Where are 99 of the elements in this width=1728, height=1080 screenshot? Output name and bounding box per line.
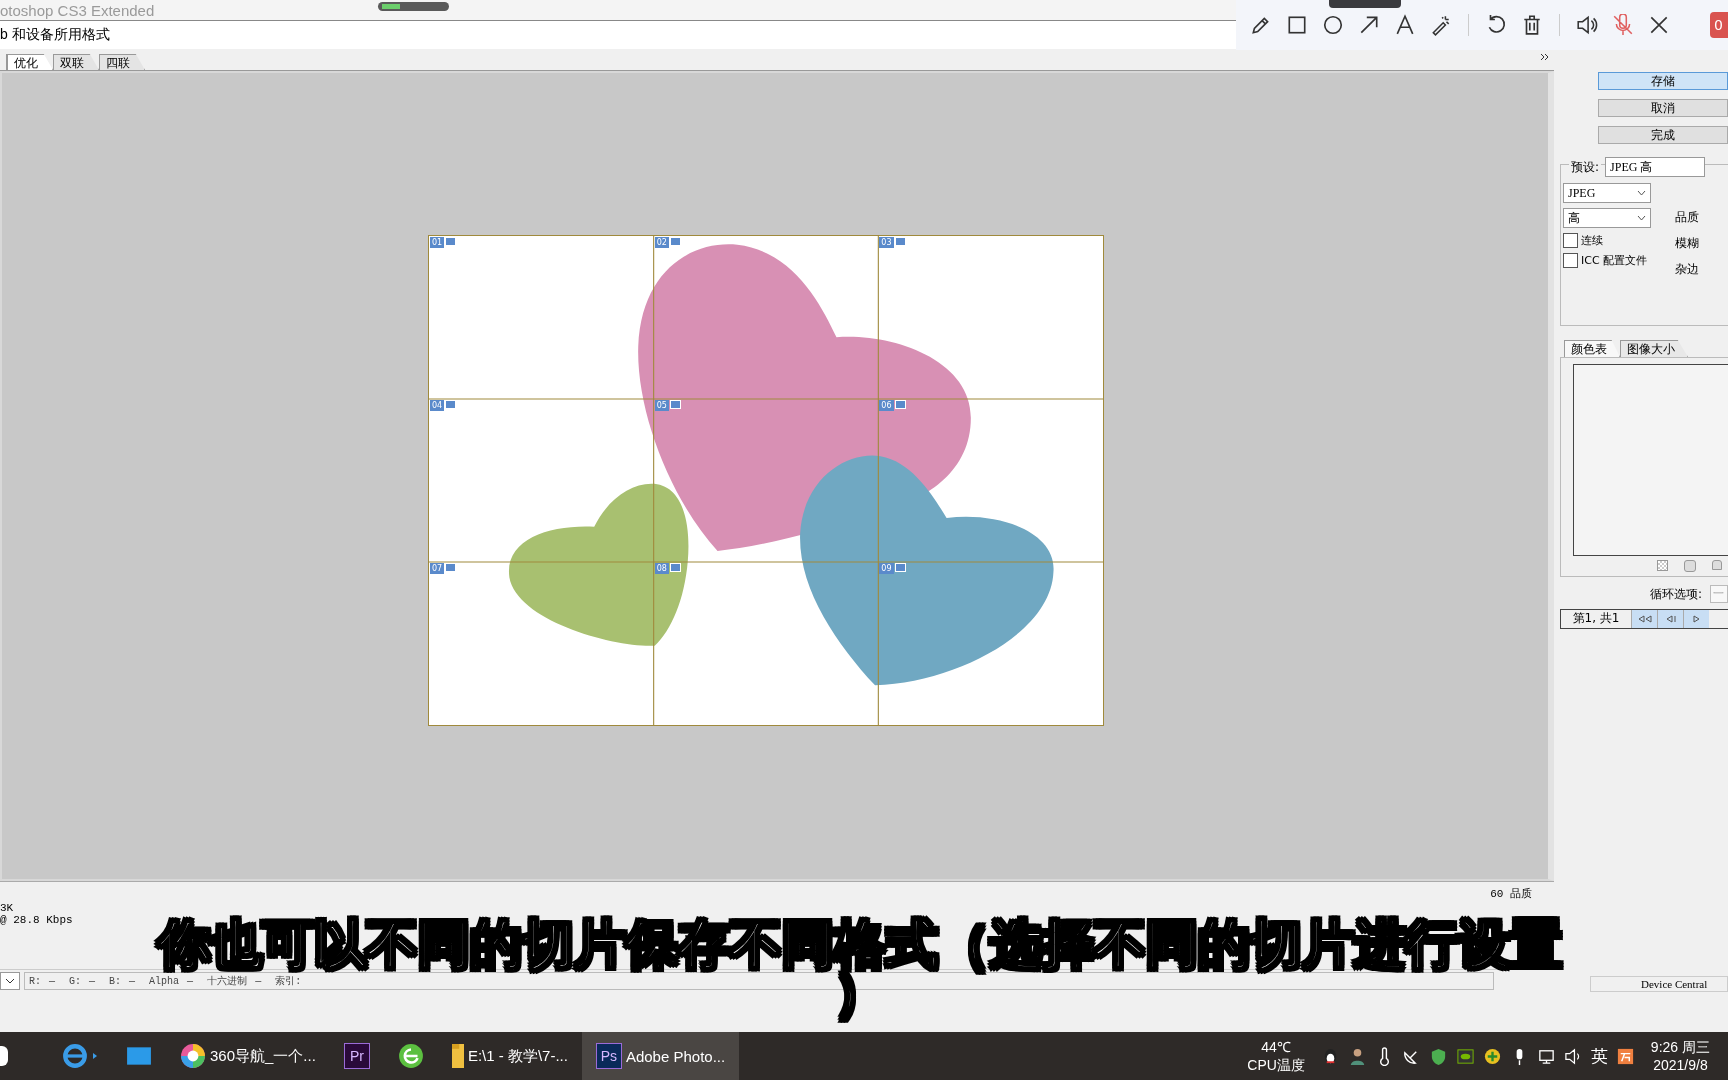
app-badge: Pr	[343, 1043, 370, 1069]
panel-tab[interactable]: 图像大小	[1620, 340, 1688, 357]
device-central-button[interactable]: Device Central	[1590, 976, 1728, 992]
app-tray-icon[interactable]	[1615, 1046, 1635, 1066]
preset-dropdown[interactable]: JPEG 高	[1605, 157, 1706, 177]
speaker-icon[interactable]	[1576, 14, 1598, 36]
arrow-icon[interactable]	[1358, 14, 1380, 36]
browser-icon	[62, 1043, 88, 1069]
taskbar-button[interactable]: Ps Adobe Photo...	[581, 1032, 740, 1080]
channel-label: 十六进制	[207, 974, 248, 988]
channel-value: —	[49, 975, 56, 987]
recording-timer: 0	[1710, 12, 1728, 38]
slice-number[interactable]: 08	[654, 563, 669, 574]
double-triangle-icon	[1637, 615, 1652, 623]
play-icon	[1692, 615, 1701, 623]
slice-number[interactable]: 07	[430, 563, 445, 574]
rectangle-icon[interactable]	[1286, 14, 1308, 36]
start-icon[interactable]	[0, 1046, 8, 1066]
taskbar-button[interactable]: 360导航_一个...	[166, 1032, 330, 1080]
quality-dropdown[interactable]: 高	[1563, 208, 1651, 228]
caret-icon	[5, 978, 15, 984]
setting-label: 杂边	[1675, 261, 1699, 278]
dialog-button[interactable]: 完成	[1598, 126, 1728, 144]
circle-icon[interactable]	[1322, 14, 1344, 36]
trash-icon[interactable]	[1521, 14, 1543, 36]
slice-number[interactable]: 02	[654, 237, 669, 248]
folder-icon	[451, 1044, 464, 1068]
checkbox-label: 连续	[1581, 233, 1603, 248]
checkbox[interactable]	[1563, 233, 1578, 248]
preset-label: 预设:	[1569, 158, 1602, 176]
dialog-button[interactable]: 取消	[1598, 99, 1728, 117]
checker-square-icon[interactable]	[1657, 560, 1668, 571]
graphics-card-icon[interactable]	[1455, 1046, 1475, 1066]
magic-wand-icon[interactable]	[1430, 14, 1452, 36]
setting-label: 模糊	[1675, 235, 1699, 252]
text-tool-icon[interactable]	[1394, 14, 1416, 36]
taskbar-button[interactable]: E:\1 - 教学\7-...	[437, 1032, 582, 1080]
slice-image-icon	[894, 237, 906, 246]
expand-icon[interactable]	[1540, 53, 1550, 62]
first-frame-button[interactable]	[1631, 610, 1657, 628]
channel-value: —	[89, 975, 96, 987]
app-title: otoshop CS3 Extended	[0, 1, 155, 19]
close-icon[interactable]	[1648, 14, 1670, 36]
triangle-bar-icon	[1664, 615, 1677, 623]
file-size: 3K	[0, 902, 14, 914]
pencil-icon[interactable]	[1250, 14, 1272, 36]
slice-number[interactable]: 06	[879, 400, 894, 411]
slice-number[interactable]: 04	[430, 400, 445, 411]
caret-icon	[92, 1052, 98, 1060]
frame-counter: 第1, 共1	[1571, 610, 1621, 627]
color-ball-icon	[180, 1043, 206, 1069]
checkbox-label: ICC 配置文件	[1581, 253, 1648, 268]
taskbar-app-icon[interactable]: Pr	[329, 1032, 384, 1080]
slice-image-icon	[445, 400, 457, 409]
slice-image-icon	[669, 400, 681, 409]
view-tab[interactable]: 四联	[99, 54, 145, 70]
slice-image-icon	[445, 563, 457, 572]
clock-date[interactable]: 2021/9/8	[1653, 1056, 1708, 1074]
temperature-label: CPU温度	[1247, 1056, 1305, 1074]
clock-time[interactable]: 9:26 周三	[1650, 1038, 1710, 1056]
slice-image-icon	[445, 237, 457, 246]
checkbox[interactable]	[1563, 253, 1578, 268]
channel-value: —	[129, 975, 136, 987]
dialog-title: b 和设备所用格式	[0, 26, 110, 45]
progress-pill-icon	[378, 2, 449, 11]
dialog-button[interactable]: 存储	[1598, 72, 1728, 90]
panel-tab[interactable]: 颜色表	[1564, 340, 1620, 357]
view-tab[interactable]: 优化	[7, 54, 53, 70]
channel-label: R:	[29, 975, 41, 987]
slice-image-icon	[669, 237, 681, 246]
plus-circle-icon[interactable]	[1482, 1046, 1502, 1066]
channel-label: B:	[109, 975, 122, 987]
slice-number[interactable]: 05	[654, 400, 669, 411]
loop-label: 循环选项:	[1649, 585, 1702, 603]
index-label: 索引:	[275, 975, 302, 988]
slice-image-icon	[894, 400, 906, 409]
setting-label: 品质	[1675, 209, 1699, 226]
muted-microphone-icon[interactable]	[1612, 14, 1634, 36]
handle-icon[interactable]	[1329, 0, 1401, 8]
temperature: 44℃	[1261, 1038, 1291, 1056]
caret-icon	[1637, 190, 1646, 196]
app-badge: Ps	[595, 1043, 622, 1069]
channel-value: —	[255, 975, 262, 987]
channel-label: G:	[69, 975, 82, 987]
input-method-indicator[interactable]: 英	[1590, 1044, 1608, 1068]
caret-icon	[1637, 215, 1646, 221]
slice-image-icon	[894, 563, 906, 572]
format-dropdown[interactable]: JPEG	[1563, 183, 1651, 203]
download-speed: @ 28.8 Kbps	[0, 914, 74, 926]
quality-readout: 60 品质	[1490, 887, 1532, 901]
slice-image-icon	[669, 563, 681, 572]
slice-number[interactable]: 03	[879, 237, 894, 248]
slice-number[interactable]: 01	[430, 237, 445, 248]
channel-value: —	[187, 975, 194, 987]
zoom-dropdown[interactable]	[0, 972, 20, 990]
channel-label: Alpha	[149, 975, 180, 987]
view-tab[interactable]: 双联	[53, 54, 99, 70]
browser-icon	[397, 1043, 424, 1069]
slice-number[interactable]: 09	[879, 563, 894, 574]
